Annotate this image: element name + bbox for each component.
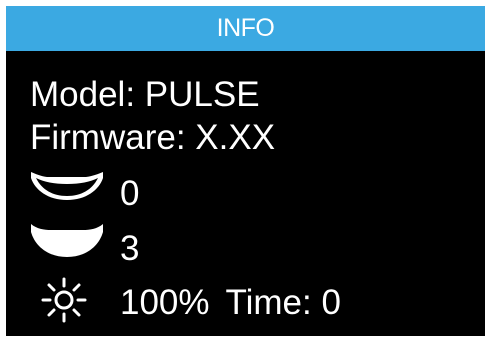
model-label: Model: xyxy=(30,75,136,114)
empty-cup-count: 0 xyxy=(120,174,140,213)
full-cup-count: 3 xyxy=(120,229,140,268)
title-bar: INFO xyxy=(6,6,485,51)
empty-cup-icon xyxy=(31,172,103,200)
brightness-time-row: 100% Time: 0 xyxy=(120,285,341,320)
model-value: PULSE xyxy=(144,75,260,114)
brightness-value: 100% xyxy=(120,283,210,322)
model-row: Model: PULSE xyxy=(30,77,260,112)
sun-brightness-icon xyxy=(41,277,87,323)
device-screen: INFO Model: PULSE Firmware: X.XX 0 3 100… xyxy=(6,6,485,336)
full-cup-icon xyxy=(31,224,103,257)
time-value: 0 xyxy=(321,283,341,322)
firmware-row: Firmware: X.XX xyxy=(30,120,275,155)
page-title: INFO xyxy=(216,14,275,42)
firmware-value: X.XX xyxy=(195,118,276,157)
firmware-label: Firmware: xyxy=(30,118,186,157)
time-label: Time: xyxy=(225,283,312,322)
